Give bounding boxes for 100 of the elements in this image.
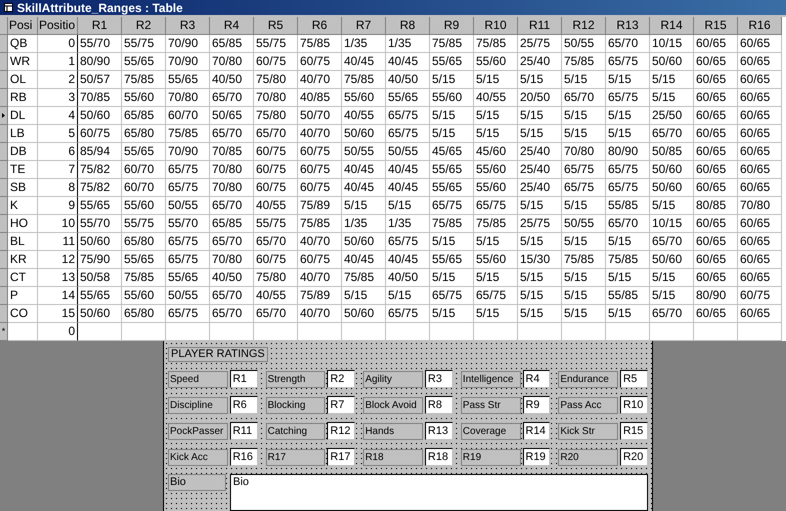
input-field[interactable]: R11 <box>230 422 258 440</box>
table-cell: 5/15 <box>562 71 606 89</box>
table-cell: 75/85 <box>474 35 518 53</box>
column-header[interactable]: R5 <box>254 17 298 35</box>
table-cell: 60/75 <box>298 143 342 161</box>
table-cell: 60/65 <box>694 143 738 161</box>
table-cell: 65/75 <box>474 197 518 215</box>
input-field[interactable]: R4 <box>522 370 550 388</box>
table-cell: 80/90 <box>694 287 738 305</box>
table-cell: 5/15 <box>650 71 694 89</box>
table-cell: 45/65 <box>430 143 474 161</box>
input-field[interactable]: R6 <box>230 396 258 414</box>
table-cell: 60/65 <box>694 125 738 143</box>
bio-field[interactable]: Bio <box>230 474 648 511</box>
table-cell: 70/80 <box>210 161 254 179</box>
table-cell: 65/75 <box>166 179 210 197</box>
table-cell: 75/85 <box>562 53 606 71</box>
table-cell: 75/85 <box>430 215 474 233</box>
table-cell: 40/55 <box>474 89 518 107</box>
table-cell: 65/85 <box>210 35 254 53</box>
table-cell: 5/15 <box>562 269 606 287</box>
table-cell: 60/65 <box>738 305 782 323</box>
column-header[interactable]: R10 <box>474 17 518 35</box>
column-header[interactable]: R6 <box>298 17 342 35</box>
table-cell: 50/65 <box>210 107 254 125</box>
table-cell: 50/55 <box>166 197 210 215</box>
table-cell: 5/15 <box>474 125 518 143</box>
table-cell: 60/75 <box>254 143 298 161</box>
table-cell: 75/89 <box>298 287 342 305</box>
column-header[interactable]: R4 <box>210 17 254 35</box>
table-cell: 5/15 <box>562 107 606 125</box>
table-cell: 55/65 <box>122 143 166 161</box>
input-field[interactable]: R15 <box>620 422 648 440</box>
table-cell: 40/55 <box>342 107 386 125</box>
input-field[interactable]: R13 <box>424 422 453 440</box>
input-field[interactable]: R9 <box>522 396 550 414</box>
field-label: R17 <box>266 448 326 466</box>
input-field[interactable]: R8 <box>424 396 453 414</box>
input-field[interactable]: R14 <box>522 422 550 440</box>
table-cell: 50/60 <box>78 305 122 323</box>
table-cell: 75/82 <box>78 179 122 197</box>
table-cell: 55/60 <box>430 89 474 107</box>
input-field[interactable]: R20 <box>620 448 648 466</box>
new-record-selector[interactable]: * <box>0 323 8 341</box>
column-header[interactable]: R16 <box>738 17 782 35</box>
input-field[interactable]: R1 <box>230 370 258 388</box>
table-cell: 50/55 <box>342 143 386 161</box>
table-cell: 5/15 <box>386 197 430 215</box>
table-cell: 70/80 <box>254 89 298 107</box>
table-cell: 5/15 <box>650 269 694 287</box>
column-header[interactable]: Posi <box>8 17 38 35</box>
table-cell: 60/65 <box>694 161 738 179</box>
table-cell: 75/85 <box>298 215 342 233</box>
table-cell: 5/15 <box>518 125 562 143</box>
table-cell: 75/82 <box>78 161 122 179</box>
table-cell: 55/65 <box>430 251 474 269</box>
input-field[interactable]: R18 <box>424 448 453 466</box>
table-cell: 55/65 <box>166 269 210 287</box>
input-field[interactable]: R5 <box>620 370 648 388</box>
input-field[interactable]: R12 <box>327 422 356 440</box>
table-cell: 40/45 <box>342 179 386 197</box>
table-cell: P <box>8 287 38 305</box>
input-field[interactable]: R19 <box>522 448 550 466</box>
table-cell: 5/15 <box>474 107 518 125</box>
input-field[interactable]: R7 <box>327 396 356 414</box>
table-cell: 1/35 <box>342 215 386 233</box>
column-header[interactable]: R3 <box>166 17 210 35</box>
column-header[interactable]: R9 <box>430 17 474 35</box>
column-header[interactable]: R15 <box>694 17 738 35</box>
table-cell: 4 <box>38 107 78 125</box>
input-field[interactable]: R10 <box>620 396 648 414</box>
column-header[interactable]: R2 <box>122 17 166 35</box>
input-field[interactable]: R2 <box>327 370 356 388</box>
column-header[interactable]: R8 <box>386 17 430 35</box>
table-cell: 50/58 <box>78 269 122 287</box>
table-cell: 50/60 <box>650 251 694 269</box>
table-cell: 40/50 <box>386 71 430 89</box>
table-cell: 25/40 <box>518 179 562 197</box>
table-cell: 5/15 <box>518 71 562 89</box>
column-header[interactable]: R14 <box>650 17 694 35</box>
column-header[interactable]: R13 <box>606 17 650 35</box>
column-header[interactable]: Positio <box>38 17 78 35</box>
table-cell: 50/60 <box>342 233 386 251</box>
table-cell: 7 <box>38 161 78 179</box>
table-cell: 70/80 <box>210 179 254 197</box>
table-cell: 65/85 <box>210 215 254 233</box>
column-header[interactable]: R7 <box>342 17 386 35</box>
column-header[interactable]: R12 <box>562 17 606 35</box>
table-cell: 60/65 <box>738 125 782 143</box>
column-header[interactable]: R11 <box>518 17 562 35</box>
table-cell: 60/65 <box>694 71 738 89</box>
table-cell: 55/70 <box>78 35 122 53</box>
row-selector[interactable] <box>0 107 8 125</box>
table-cell: 25/40 <box>518 53 562 71</box>
field-label: Kick Acc <box>168 448 228 466</box>
input-field[interactable]: R3 <box>424 370 453 388</box>
input-field[interactable]: R16 <box>230 448 258 466</box>
column-header[interactable]: R1 <box>78 17 122 35</box>
table-cell: 70/80 <box>738 197 782 215</box>
input-field[interactable]: R17 <box>327 448 356 466</box>
